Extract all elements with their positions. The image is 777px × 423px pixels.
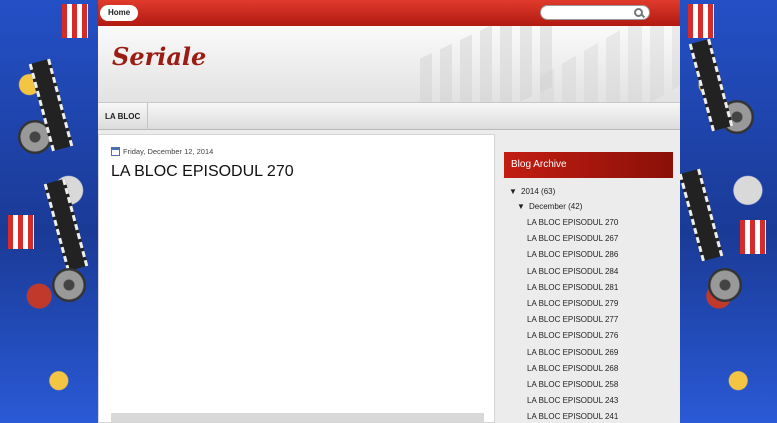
home-button[interactable]: Home <box>100 5 139 21</box>
archive-month-december[interactable]: ▼ December (42) <box>509 199 674 215</box>
collapse-arrow-icon[interactable]: ▼ <box>517 199 529 215</box>
post-footer-bar <box>111 413 484 422</box>
left-background-decoration <box>0 0 98 423</box>
blog-header: Seriale <box>98 26 680 102</box>
archive-year-2014[interactable]: ▼ 2014 (63) <box>509 184 674 199</box>
search-input[interactable] <box>547 10 635 23</box>
archive-post-link[interactable]: LA BLOC EPISODUL 279 <box>509 296 674 312</box>
sidebar: Blog Archive ▼ 2014 (63) ▼ December (42) L… <box>501 134 680 423</box>
filmstrip-decoration <box>420 26 560 102</box>
main-column: Friday, December 12, 2014 LA BLOC EPISOD… <box>98 134 495 423</box>
archive-post-link[interactable]: LA BLOC EPISODUL 281 <box>509 280 674 296</box>
tab-bar: LA BLOC <box>98 102 680 130</box>
top-navigation-bar: Home <box>98 0 680 26</box>
search-icon[interactable] <box>634 8 643 17</box>
archive-post-link[interactable]: LA BLOC EPISODUL 277 <box>509 312 674 328</box>
archive-post-link[interactable]: LA BLOC EPISODUL 286 <box>509 247 674 263</box>
collapse-arrow-icon[interactable]: ▼ <box>509 184 521 199</box>
archive-month-count: (42) <box>568 202 583 211</box>
archive-post-link[interactable]: LA BLOC EPISODUL 269 <box>509 345 674 361</box>
content-area: Friday, December 12, 2014 LA BLOC EPISOD… <box>98 130 680 423</box>
filmstrip-decoration <box>540 26 680 102</box>
archive-post-link[interactable]: LA BLOC EPISODUL 284 <box>509 264 674 280</box>
tab-la-bloc[interactable]: LA BLOC <box>98 103 149 130</box>
archive-year-count: (63) <box>541 187 556 196</box>
archive-year-label[interactable]: 2014 <box>521 187 539 196</box>
site-title[interactable]: Seriale <box>112 42 206 71</box>
post-date: Friday, December 12, 2014 <box>111 147 213 156</box>
archive-post-link[interactable]: LA BLOC EPISODUL 258 <box>509 377 674 393</box>
blog-archive-list: ▼ 2014 (63) ▼ December (42) LA BLOC EPISOD… <box>509 184 674 423</box>
post-date-text: Friday, December 12, 2014 <box>123 147 214 156</box>
archive-post-link[interactable]: LA BLOC EPISODUL 268 <box>509 361 674 377</box>
archive-post-link[interactable]: LA BLOC EPISODUL 276 <box>509 328 674 344</box>
calendar-icon <box>111 147 120 156</box>
right-background-decoration <box>678 0 777 423</box>
archive-post-link[interactable]: LA BLOC EPISODUL 267 <box>509 231 674 247</box>
archive-post-link[interactable]: LA BLOC EPISODUL 243 <box>509 393 674 409</box>
archive-post-link[interactable]: LA BLOC EPISODUL 270 <box>509 215 674 231</box>
blog-archive-title: Blog Archive <box>504 152 673 178</box>
archive-post-link[interactable]: LA BLOC EPISODUL 241 <box>509 409 674 423</box>
page-container: Home Seriale LA BLOC Friday, December 12… <box>98 0 680 423</box>
post-title[interactable]: LA BLOC EPISODUL 270 <box>111 163 294 181</box>
search-box <box>540 5 650 23</box>
archive-month-label[interactable]: December <box>529 202 566 211</box>
